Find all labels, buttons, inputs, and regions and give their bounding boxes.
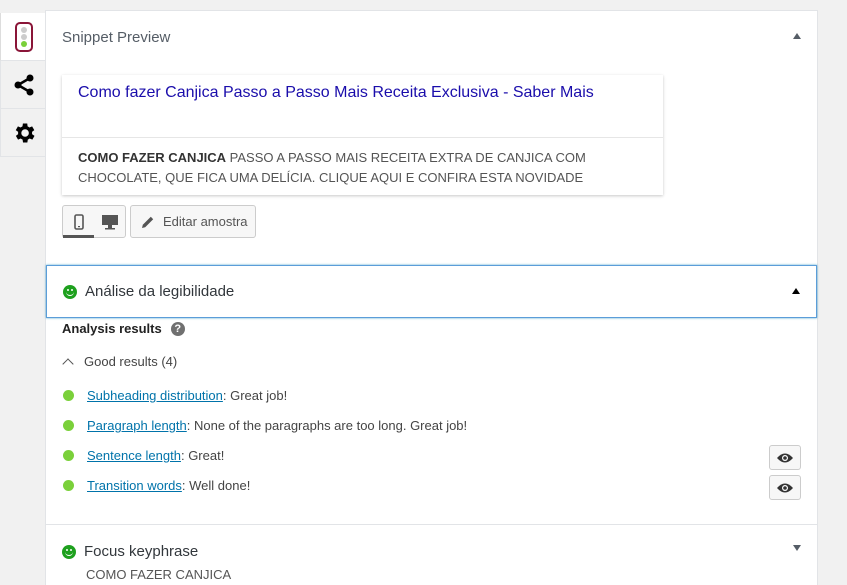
eye-icon bbox=[777, 453, 793, 462]
good-bullet-icon bbox=[63, 390, 74, 401]
analysis-results-heading: Analysis results ? bbox=[62, 321, 185, 336]
gear-icon bbox=[15, 122, 35, 143]
sidebar-tabs bbox=[0, 13, 46, 157]
result-link[interactable]: Paragraph length bbox=[87, 418, 187, 433]
expand-caret-icon[interactable] bbox=[793, 545, 801, 551]
readability-analysis-header[interactable]: Análise da legibilidade bbox=[46, 265, 817, 318]
highlight-eye-button[interactable] bbox=[769, 445, 801, 470]
snippet-desc-keyword: COMO FAZER CANJICA bbox=[78, 150, 227, 165]
yoast-panel: Snippet Preview Como fazer Canjica Passo… bbox=[45, 10, 818, 585]
focus-keyphrase-value: COMO FAZER CANJICA bbox=[86, 567, 232, 582]
result-item: Transition words: Well done! bbox=[63, 478, 250, 493]
good-bullet-icon bbox=[63, 420, 74, 431]
highlight-eye-button[interactable] bbox=[769, 475, 801, 500]
section-divider bbox=[46, 524, 817, 525]
result-item: Subheading distribution: Great job! bbox=[63, 388, 287, 403]
sidebar-tab-seo[interactable] bbox=[0, 13, 46, 61]
page-scrollbar[interactable] bbox=[830, 0, 847, 585]
snippet-url bbox=[78, 107, 238, 111]
result-item: Sentence length: Great! bbox=[63, 448, 224, 463]
mobile-preview-button[interactable] bbox=[63, 206, 94, 238]
good-bullet-icon bbox=[63, 480, 74, 491]
preview-mode-toggle bbox=[62, 205, 126, 238]
good-smiley-icon bbox=[63, 284, 77, 299]
good-results-toggle[interactable]: Good results (4) bbox=[62, 354, 178, 370]
readability-title: Análise da legibilidade bbox=[85, 283, 235, 300]
mobile-icon bbox=[73, 213, 84, 230]
desktop-preview-button[interactable] bbox=[94, 206, 125, 237]
result-item: Paragraph length: None of the paragraphs… bbox=[63, 418, 467, 433]
edit-snippet-label: Editar amostra bbox=[163, 214, 248, 229]
result-link[interactable]: Subheading distribution bbox=[87, 388, 223, 403]
share-icon bbox=[14, 74, 33, 95]
focus-keyphrase-title: Focus keyphrase bbox=[84, 543, 199, 560]
snippet-title[interactable]: Como fazer Canjica Passo a Passo Mais Re… bbox=[78, 84, 594, 102]
result-text: : Great! bbox=[180, 448, 225, 463]
focus-keyphrase-header[interactable]: Focus keyphrase bbox=[62, 543, 198, 560]
result-text: : None of the paragraphs are too long. G… bbox=[186, 418, 468, 433]
snippet-divider bbox=[62, 137, 663, 138]
snippet-preview-title: Snippet Preview bbox=[62, 28, 171, 46]
good-smiley-icon bbox=[62, 544, 76, 559]
sidebar-tab-settings[interactable] bbox=[0, 109, 46, 157]
analysis-results-label: Analysis results bbox=[62, 321, 162, 336]
result-text: : Well done! bbox=[181, 478, 251, 493]
collapse-caret-icon[interactable] bbox=[793, 33, 801, 39]
good-bullet-icon bbox=[63, 450, 74, 461]
google-snippet: Como fazer Canjica Passo a Passo Mais Re… bbox=[62, 75, 663, 195]
edit-snippet-button[interactable]: Editar amostra bbox=[130, 205, 256, 238]
chevron-up-icon bbox=[62, 357, 74, 370]
desktop-icon bbox=[101, 214, 118, 229]
traffic-light-icon bbox=[14, 21, 33, 52]
collapse-caret-icon[interactable] bbox=[792, 288, 800, 294]
eye-icon bbox=[777, 483, 793, 492]
result-text: : Great job! bbox=[222, 388, 288, 403]
snippet-description: COMO FAZER CANJICA PASSO A PASSO MAIS RE… bbox=[78, 148, 648, 188]
sidebar-tab-social[interactable] bbox=[0, 61, 46, 109]
snippet-preview-header[interactable]: Snippet Preview bbox=[46, 11, 817, 63]
help-icon[interactable]: ? bbox=[170, 321, 185, 336]
pencil-icon bbox=[142, 216, 154, 228]
result-link[interactable]: Transition words bbox=[87, 478, 182, 493]
result-link[interactable]: Sentence length bbox=[87, 448, 181, 463]
good-results-label: Good results (4) bbox=[84, 354, 178, 369]
